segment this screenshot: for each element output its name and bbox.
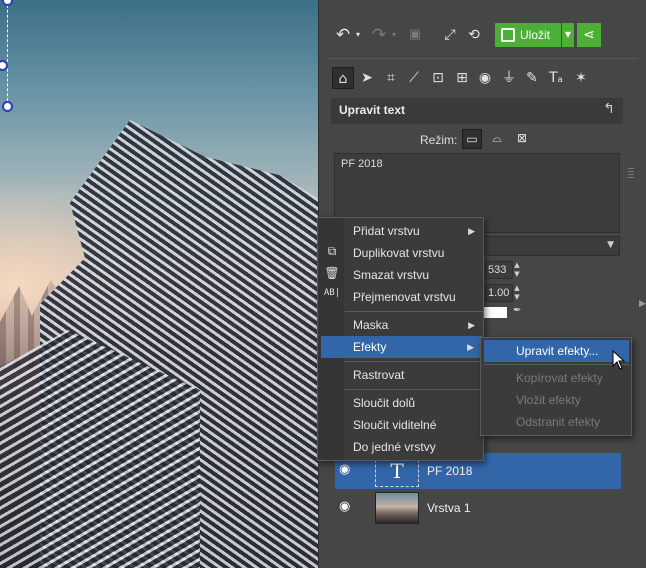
size-field[interactable]: 533 bbox=[485, 261, 513, 279]
menu-item-duplicate-layer[interactable]: Duplikovat vrstvu bbox=[345, 242, 483, 264]
duplicate-icon: ⧉ bbox=[327, 244, 337, 258]
rename-icon: AB| bbox=[323, 288, 341, 298]
share-button[interactable]: ⋖ bbox=[577, 23, 601, 47]
share-icon: ⋖ bbox=[583, 27, 595, 43]
pointer-icon[interactable]: ➤ bbox=[356, 67, 378, 89]
selection-handle[interactable] bbox=[2, 101, 13, 112]
scale-field[interactable]: 1.00 bbox=[485, 284, 513, 302]
redo-dropdown-icon[interactable]: ▾ bbox=[389, 24, 399, 46]
menu-item-label: Efekty bbox=[353, 340, 387, 354]
eye-icon[interactable]: ◉ bbox=[474, 67, 496, 89]
redo-icon[interactable]: ↷ bbox=[369, 24, 389, 46]
menu-item-delete-layer[interactable]: Smazat vrstvu bbox=[345, 264, 483, 286]
undo-dropdown-icon[interactable]: ▾ bbox=[353, 24, 363, 46]
menu-separator bbox=[345, 311, 483, 312]
mode-path-icon[interactable]: ⌓ bbox=[487, 129, 507, 149]
photo-canvas[interactable] bbox=[0, 0, 318, 568]
panel-expand-icon[interactable]: ▶ bbox=[639, 299, 646, 309]
menu-item-rasterize[interactable]: Rastrovat bbox=[345, 364, 483, 386]
menu-item-label: Sloučit dolů bbox=[353, 396, 416, 410]
menu-item-label: Maska bbox=[353, 318, 389, 332]
toolbar-divider bbox=[327, 58, 638, 59]
text-selection-frame bbox=[7, 0, 8, 106]
layer-name: PF 2018 bbox=[427, 464, 473, 478]
filter-icon[interactable]: ⏚ bbox=[498, 67, 520, 89]
menu-separator bbox=[345, 389, 483, 390]
text-frame-icon[interactable]: ⊞ bbox=[451, 67, 473, 89]
undo-icon[interactable]: ↶ bbox=[333, 24, 353, 46]
menu-item-paste-effects[interactable]: Vložit efekty bbox=[484, 389, 629, 411]
menu-item-effects[interactable]: Efekty ▶ bbox=[321, 336, 482, 358]
menu-item-copy-effects[interactable]: Kopírovat efekty bbox=[484, 367, 629, 389]
menu-item-label: Sloučit viditelné bbox=[353, 418, 437, 432]
scale-spin-up-icon[interactable]: ▲ bbox=[513, 284, 521, 292]
menu-item-add-layer[interactable]: Přidat vrstvu ▶ bbox=[345, 220, 483, 242]
menu-separator bbox=[484, 364, 629, 365]
menu-item-edit-effects[interactable]: Upravit efekty... bbox=[484, 340, 629, 362]
submenu-arrow-icon: ▶ bbox=[468, 226, 475, 236]
fit-screen-icon[interactable]: ⤢ bbox=[439, 24, 461, 46]
size-spin-up-icon[interactable]: ▲ bbox=[513, 261, 521, 269]
chevron-down-icon: ▼ bbox=[607, 240, 614, 250]
compare-icon[interactable]: ⟲ bbox=[463, 24, 485, 46]
mouse-cursor-icon bbox=[612, 350, 626, 370]
menu-item-label: Přidat vrstvu bbox=[353, 224, 420, 238]
menu-item-remove-effects[interactable]: Odstranit efekty bbox=[484, 411, 629, 433]
submenu-arrow-icon: ▶ bbox=[467, 342, 474, 352]
section-title: Upravit text bbox=[339, 103, 406, 117]
save-button-label: Uložit bbox=[520, 28, 551, 42]
save-button[interactable]: Uložit bbox=[495, 23, 561, 47]
submenu-arrow-icon: ▶ bbox=[468, 320, 475, 330]
font-select[interactable]: ▼ bbox=[479, 236, 620, 256]
back-icon[interactable]: ↰ bbox=[603, 101, 615, 117]
mode-text-icon[interactable]: ▭ bbox=[462, 129, 482, 149]
photo-layer-thumbnail bbox=[375, 492, 419, 524]
menu-item-merge-down[interactable]: Sloučit dolů bbox=[345, 392, 483, 414]
scale-spin-down-icon[interactable]: ▼ bbox=[513, 293, 521, 301]
transform-icon[interactable]: ⊡ bbox=[427, 67, 449, 89]
straighten-icon[interactable]: ⟋ bbox=[403, 67, 425, 89]
section-header: Upravit text ↰ bbox=[331, 98, 623, 124]
menu-item-label: Rastrovat bbox=[353, 368, 405, 382]
floppy-icon bbox=[501, 28, 515, 42]
layer-name: Vrstva 1 bbox=[427, 501, 471, 515]
menu-item-label: Smazat vrstvu bbox=[353, 268, 430, 282]
menu-item-label: Přejmenovat vrstvu bbox=[353, 290, 456, 304]
menu-item-mask[interactable]: Maska ▶ bbox=[345, 314, 483, 336]
eyedropper-icon[interactable]: ✒ bbox=[513, 305, 521, 316]
mode-label: Režim: bbox=[420, 133, 458, 147]
home-icon[interactable]: ⌂ bbox=[332, 67, 354, 89]
menu-item-label: Do jedné vrstvy bbox=[353, 440, 436, 454]
effects-submenu: Upravit efekty... Kopírovat efekty Vloži… bbox=[480, 337, 632, 436]
visibility-eye-icon[interactable]: ◉ bbox=[339, 462, 350, 477]
menu-item-label: Duplikovat vrstvu bbox=[353, 246, 445, 260]
brush-icon[interactable]: ✎ bbox=[521, 67, 543, 89]
menu-item-flatten[interactable]: Do jedné vrstvy bbox=[345, 436, 483, 458]
menu-item-merge-visible[interactable]: Sloučit viditelné bbox=[345, 414, 483, 436]
trash-icon: 🗑 bbox=[324, 266, 340, 280]
scroll-grip[interactable] bbox=[628, 168, 634, 180]
text-tool-icon[interactable]: Tₐ bbox=[545, 67, 567, 89]
layer-row[interactable]: ◉ Vrstva 1 bbox=[335, 490, 621, 526]
layer-context-menu: Přidat vrstvu ▶ ⧉ Duplikovat vrstvu 🗑 Sma… bbox=[317, 217, 484, 461]
size-spin-down-icon[interactable]: ▼ bbox=[513, 270, 521, 278]
menu-separator bbox=[345, 361, 483, 362]
crop-icon[interactable]: ⌗ bbox=[380, 67, 402, 89]
mode-frame-icon[interactable]: ⊠ bbox=[512, 129, 532, 149]
visibility-eye-icon[interactable]: ◉ bbox=[339, 499, 350, 514]
save-dropdown-button[interactable]: ▼ bbox=[562, 23, 574, 47]
image-icon[interactable]: ▣ bbox=[405, 24, 425, 46]
menu-item-rename-layer[interactable]: Přejmenovat vrstvu bbox=[345, 286, 483, 308]
sparkle-icon[interactable]: ✶ bbox=[570, 67, 592, 89]
selection-handle[interactable] bbox=[2, 0, 13, 6]
